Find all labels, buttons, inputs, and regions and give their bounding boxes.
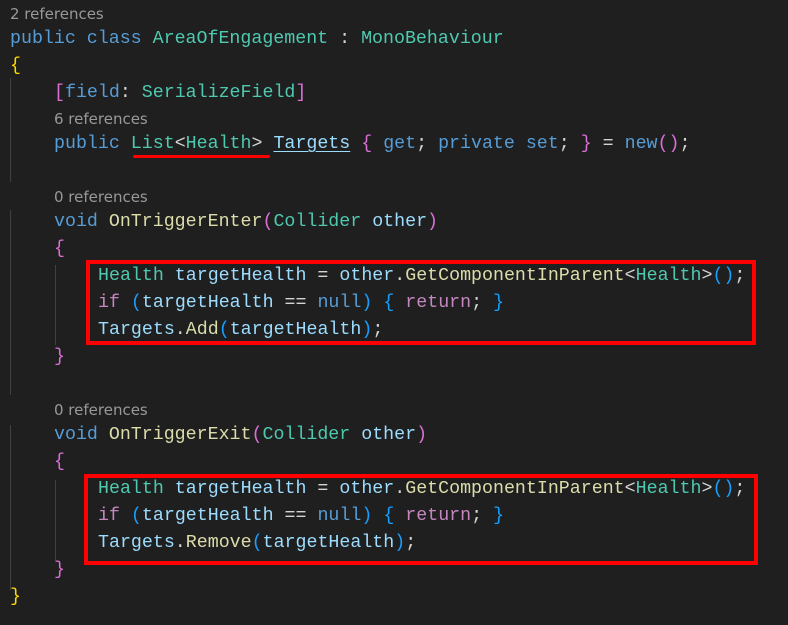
reference-count: 0 references xyxy=(54,188,148,206)
code-token: new xyxy=(624,134,658,154)
annotation-box-trigger-exit xyxy=(84,474,758,565)
code-token: ( xyxy=(251,425,263,445)
code-token: ; xyxy=(416,134,439,154)
indent-guide xyxy=(10,210,11,395)
code-token: ) xyxy=(416,425,428,445)
code-token: } xyxy=(54,560,65,580)
code-token: > xyxy=(251,134,274,154)
code-token: ) xyxy=(427,212,439,232)
indent-guide xyxy=(10,78,11,182)
code-token: OnTriggerExit xyxy=(108,425,252,445)
code-line: { xyxy=(10,53,788,80)
code-line: { xyxy=(10,236,788,263)
code-token: SerializeField xyxy=(141,83,296,103)
code-line: } xyxy=(10,584,788,611)
code-token: private xyxy=(438,134,526,154)
code-token: class xyxy=(86,29,153,49)
code-token: } xyxy=(580,134,592,154)
code-token: = xyxy=(591,134,625,154)
code-token: { xyxy=(10,56,21,76)
code-token: void xyxy=(54,425,109,445)
code-token: ; xyxy=(679,134,691,154)
code-token: MonoBehaviour xyxy=(361,29,504,49)
code-token: OnTriggerEnter xyxy=(108,212,263,232)
code-token: public xyxy=(54,134,131,154)
reference-count-lens[interactable]: 2 references xyxy=(10,2,788,26)
indent-guide xyxy=(55,480,56,560)
code-token: () xyxy=(657,134,680,154)
code-line: void OnTriggerExit(Collider other) xyxy=(10,422,788,449)
code-token: } xyxy=(54,347,65,367)
code-token: public xyxy=(10,29,87,49)
code-token: [ xyxy=(54,83,65,103)
reference-count: 0 references xyxy=(54,401,148,419)
code-token: get xyxy=(372,134,417,154)
code-token: List xyxy=(130,134,175,154)
reference-count: 2 references xyxy=(10,5,104,23)
code-line: } xyxy=(10,344,788,371)
code-token: { xyxy=(54,452,65,472)
code-token: void xyxy=(54,212,109,232)
reference-count-lens[interactable]: 0 references xyxy=(10,398,788,422)
code-line: public class AreaOfEngagement : MonoBeha… xyxy=(10,26,788,53)
code-token: { xyxy=(54,239,65,259)
code-line: void OnTriggerEnter(Collider other) xyxy=(10,209,788,236)
code-token: AreaOfEngagement xyxy=(152,29,329,49)
reference-count-lens[interactable]: 0 references xyxy=(10,185,788,209)
code-token: other xyxy=(361,425,417,445)
indent-guide xyxy=(55,265,56,345)
code-line: [field: SerializeField] xyxy=(10,80,788,107)
code-line: { xyxy=(10,449,788,476)
code-line: public List<Health> Targets { get; priva… xyxy=(10,131,788,158)
code-token: { xyxy=(361,134,373,154)
code-token: Targets xyxy=(273,134,351,154)
reference-count-lens[interactable]: 6 references xyxy=(10,107,788,131)
annotation-underline xyxy=(133,155,270,158)
code-token: } xyxy=(10,587,21,607)
code-token: field xyxy=(64,83,120,103)
code-token: Collider xyxy=(273,212,373,232)
code-token: < xyxy=(174,134,186,154)
annotation-box-trigger-enter xyxy=(86,260,756,345)
code-token: : xyxy=(328,29,362,49)
reference-count: 6 references xyxy=(54,110,148,128)
code-token: Health xyxy=(185,134,252,154)
code-token: ] xyxy=(295,83,307,103)
indent-guide xyxy=(10,425,11,590)
code-token: : xyxy=(119,83,142,103)
code-token: Collider xyxy=(262,425,362,445)
code-token: other xyxy=(372,212,428,232)
code-token: set xyxy=(525,134,559,154)
code-token: ( xyxy=(262,212,274,232)
code-token: ; xyxy=(558,134,581,154)
